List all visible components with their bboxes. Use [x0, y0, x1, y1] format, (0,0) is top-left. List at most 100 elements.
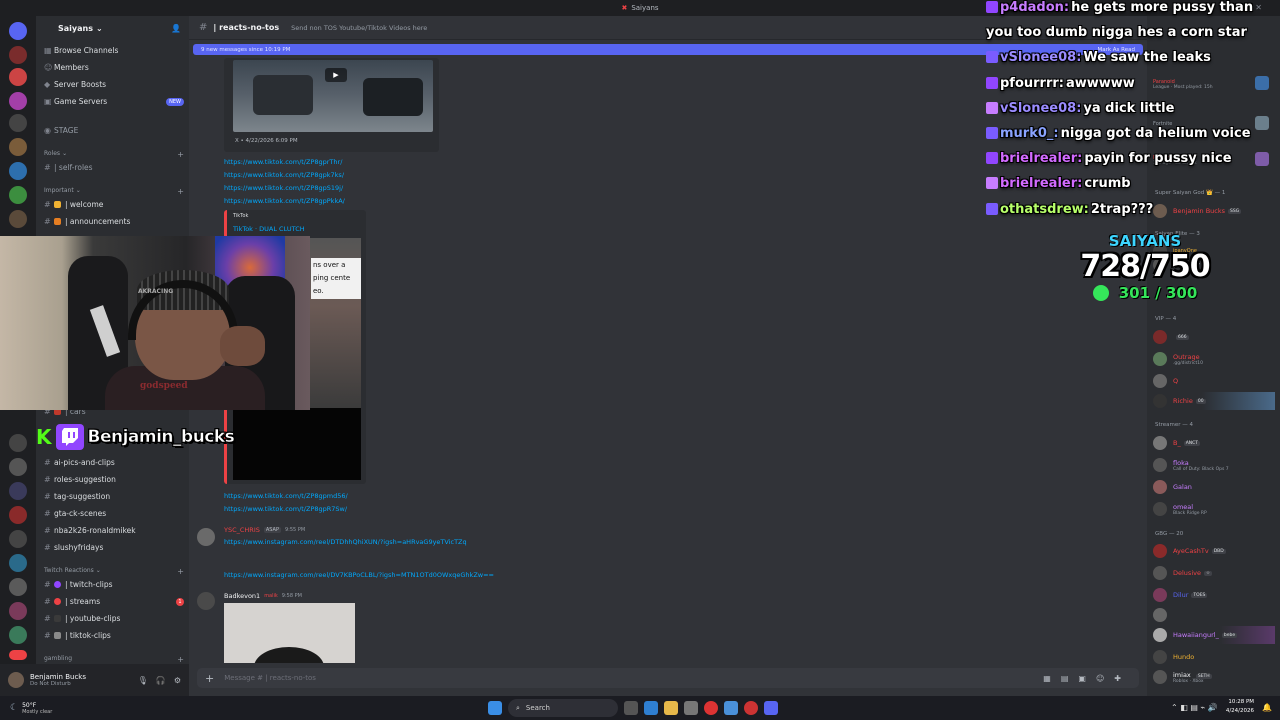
channel-gta-scenes[interactable]: # gta-ck-scenes	[44, 506, 184, 521]
channel-welcome[interactable]: # | welcome	[44, 197, 184, 212]
avatar[interactable]	[197, 528, 215, 546]
home-icon[interactable]	[9, 22, 27, 40]
embed-title[interactable]: TikTok · DUAL CLUTCH	[233, 225, 305, 233]
notification-icon[interactable]: 🔔	[1262, 703, 1272, 712]
add-attachment-icon[interactable]: +	[205, 672, 214, 685]
channel-streams[interactable]: # | streams 1	[44, 594, 184, 609]
server-icon[interactable]	[9, 46, 27, 64]
server-icon[interactable]	[9, 578, 27, 596]
new-badge-icon[interactable]	[9, 650, 27, 660]
member-item[interactable]: Dilur TOES	[1153, 586, 1275, 604]
server-icon[interactable]	[9, 482, 27, 500]
stage-item[interactable]: ◉ STAGE	[44, 123, 184, 138]
member-item[interactable]: Q	[1153, 372, 1275, 390]
task-view-icon[interactable]	[624, 701, 638, 715]
member-item[interactable]: Delusive ☆	[1153, 564, 1275, 582]
channel-ai-pics[interactable]: # ai-pics-and-clips	[44, 455, 184, 470]
member-item[interactable]: AyeCashTv DBD	[1153, 542, 1275, 560]
server-icon[interactable]	[9, 68, 27, 86]
server-icon[interactable]	[9, 506, 27, 524]
message-image[interactable]	[224, 603, 355, 663]
channel-tiktok-clips[interactable]: # | tiktok-clips	[44, 628, 184, 643]
windows-start-icon[interactable]	[488, 701, 502, 715]
avatar[interactable]	[8, 672, 24, 688]
file-explorer-icon[interactable]	[664, 701, 678, 715]
member-item[interactable]: Benjamin Bucks SSG	[1153, 202, 1275, 220]
member-item[interactable]: 666	[1153, 328, 1275, 346]
server-icon[interactable]	[9, 530, 27, 548]
headphones-icon[interactable]: 🎧	[156, 676, 166, 685]
chrome-icon[interactable]	[704, 701, 718, 715]
mic-icon[interactable]: 🎙	[138, 676, 148, 685]
channel-announcements[interactable]: # | announcements	[44, 214, 184, 229]
message-link[interactable]: https://www.tiktok.com/t/ZP8gprThr/	[224, 158, 342, 166]
message-link[interactable]: https://www.tiktok.com/t/ZP8gpmd56/	[224, 492, 348, 500]
add-channel-icon[interactable]: +	[177, 655, 184, 664]
server-header[interactable]: Saiyans ⌄ 👤	[36, 16, 189, 40]
server-icon[interactable]	[9, 162, 27, 180]
game-servers-item[interactable]: ▣ Game Servers NEW	[44, 94, 184, 109]
message-link[interactable]: https://www.tiktok.com/t/ZP8gpS19j/	[224, 184, 343, 192]
clock[interactable]: 10:28 PM 4/24/2026	[1226, 698, 1254, 716]
member-item[interactable]: omeal Black Ridge RP	[1153, 500, 1275, 518]
category-twitch-reactions[interactable]: Twitch Reactions ⌄ +	[44, 567, 184, 576]
message-link[interactable]: https://www.instagram.com/reel/DTDhhQhiX…	[224, 538, 467, 546]
weather-widget[interactable]: ☾ 50°F Mostly clear	[10, 702, 52, 715]
member-item[interactable]	[1153, 606, 1275, 624]
server-icon[interactable]	[9, 92, 27, 110]
member-item[interactable]: imiax SETH Roblox · Xbox	[1153, 668, 1275, 686]
obs-icon[interactable]	[744, 701, 758, 715]
channel-slushyfridays[interactable]: # slushyfridays	[44, 540, 184, 555]
category-gambling[interactable]: gambling +	[44, 655, 184, 664]
server-boosts-item[interactable]: ◆ Server Boosts	[44, 77, 184, 92]
browse-channels-item[interactable]: ▦ Browse Channels	[44, 43, 184, 58]
add-channel-icon[interactable]: +	[177, 150, 184, 159]
server-icon[interactable]	[9, 602, 27, 620]
server-icon[interactable]	[9, 138, 27, 156]
server-icon[interactable]	[9, 626, 27, 644]
embed-video-thumbnail[interactable]: ▶	[233, 60, 433, 132]
app-icon[interactable]	[724, 701, 738, 715]
message-author[interactable]: YSC_CHRIS	[224, 526, 260, 534]
server-icon[interactable]	[9, 186, 27, 204]
member-item[interactable]: Richie 00	[1153, 392, 1275, 410]
server-icon[interactable]	[9, 434, 27, 452]
composer-tools[interactable]: ▦▤▣☺✚	[1043, 674, 1131, 683]
message-link[interactable]: https://www.tiktok.com/t/ZP8gpPkkA/	[224, 197, 345, 205]
member-activity[interactable]: Paranoid League · Most played: 15h	[1153, 74, 1275, 92]
channel-roles-suggestion[interactable]: # roles-suggestion	[44, 472, 184, 487]
taskbar-search[interactable]: ⌕ Search	[508, 699, 618, 717]
member-item[interactable]: Outrage .gg/district10	[1153, 350, 1275, 368]
message-author[interactable]: Badkevon1	[224, 592, 260, 600]
add-member-icon[interactable]: 👤	[171, 24, 181, 33]
server-icon[interactable]	[9, 114, 27, 132]
add-channel-icon[interactable]: +	[177, 567, 184, 576]
add-channel-icon[interactable]: +	[177, 187, 184, 196]
channel-topic[interactable]: Send non TOS Youtube/Tiktok Videos here	[291, 24, 427, 32]
server-icon[interactable]	[9, 458, 27, 476]
message-composer[interactable]: + Message # | reacts-no-tos ▦▤▣☺✚	[197, 668, 1139, 688]
edge-icon[interactable]	[644, 701, 658, 715]
member-item[interactable]: Hawaiiangurl_ bebe	[1153, 626, 1275, 644]
gear-icon[interactable]: ⚙	[174, 676, 181, 685]
member-item[interactable]: Hundo	[1153, 648, 1275, 666]
message-link[interactable]: https://www.tiktok.com/t/ZP8gpR7Sw/	[224, 505, 347, 513]
category-important[interactable]: Important ⌄ +	[44, 187, 184, 196]
avatar[interactable]	[197, 592, 215, 610]
server-icon[interactable]	[9, 210, 27, 228]
channel-self-roles[interactable]: # | self-roles	[44, 160, 184, 175]
member-item[interactable]: Galan	[1153, 478, 1275, 496]
member-item[interactable]: B_ ANCT	[1153, 434, 1275, 452]
channel-nba2k[interactable]: # nba2k26-ronaldmikek	[44, 523, 184, 538]
channel-tag-suggestion[interactable]: # tag-suggestion	[44, 489, 184, 504]
message-link[interactable]: https://www.tiktok.com/t/ZP8gpk7ks/	[224, 171, 344, 179]
channel-youtube-clips[interactable]: # | youtube-clips	[44, 611, 184, 626]
member-item[interactable]: floka Call of Duty: Black Ops 7	[1153, 456, 1275, 474]
category-roles[interactable]: Roles ⌄ +	[44, 150, 184, 159]
settings-icon[interactable]	[684, 701, 698, 715]
channel-twitch-clips[interactable]: # | twitch-clips	[44, 577, 184, 592]
discord-icon[interactable]	[764, 701, 778, 715]
server-icon[interactable]	[9, 554, 27, 572]
members-item[interactable]: ☺ Members	[44, 60, 184, 75]
message-link[interactable]: https://www.instagram.com/reel/DV7KBPoCL…	[224, 571, 494, 579]
